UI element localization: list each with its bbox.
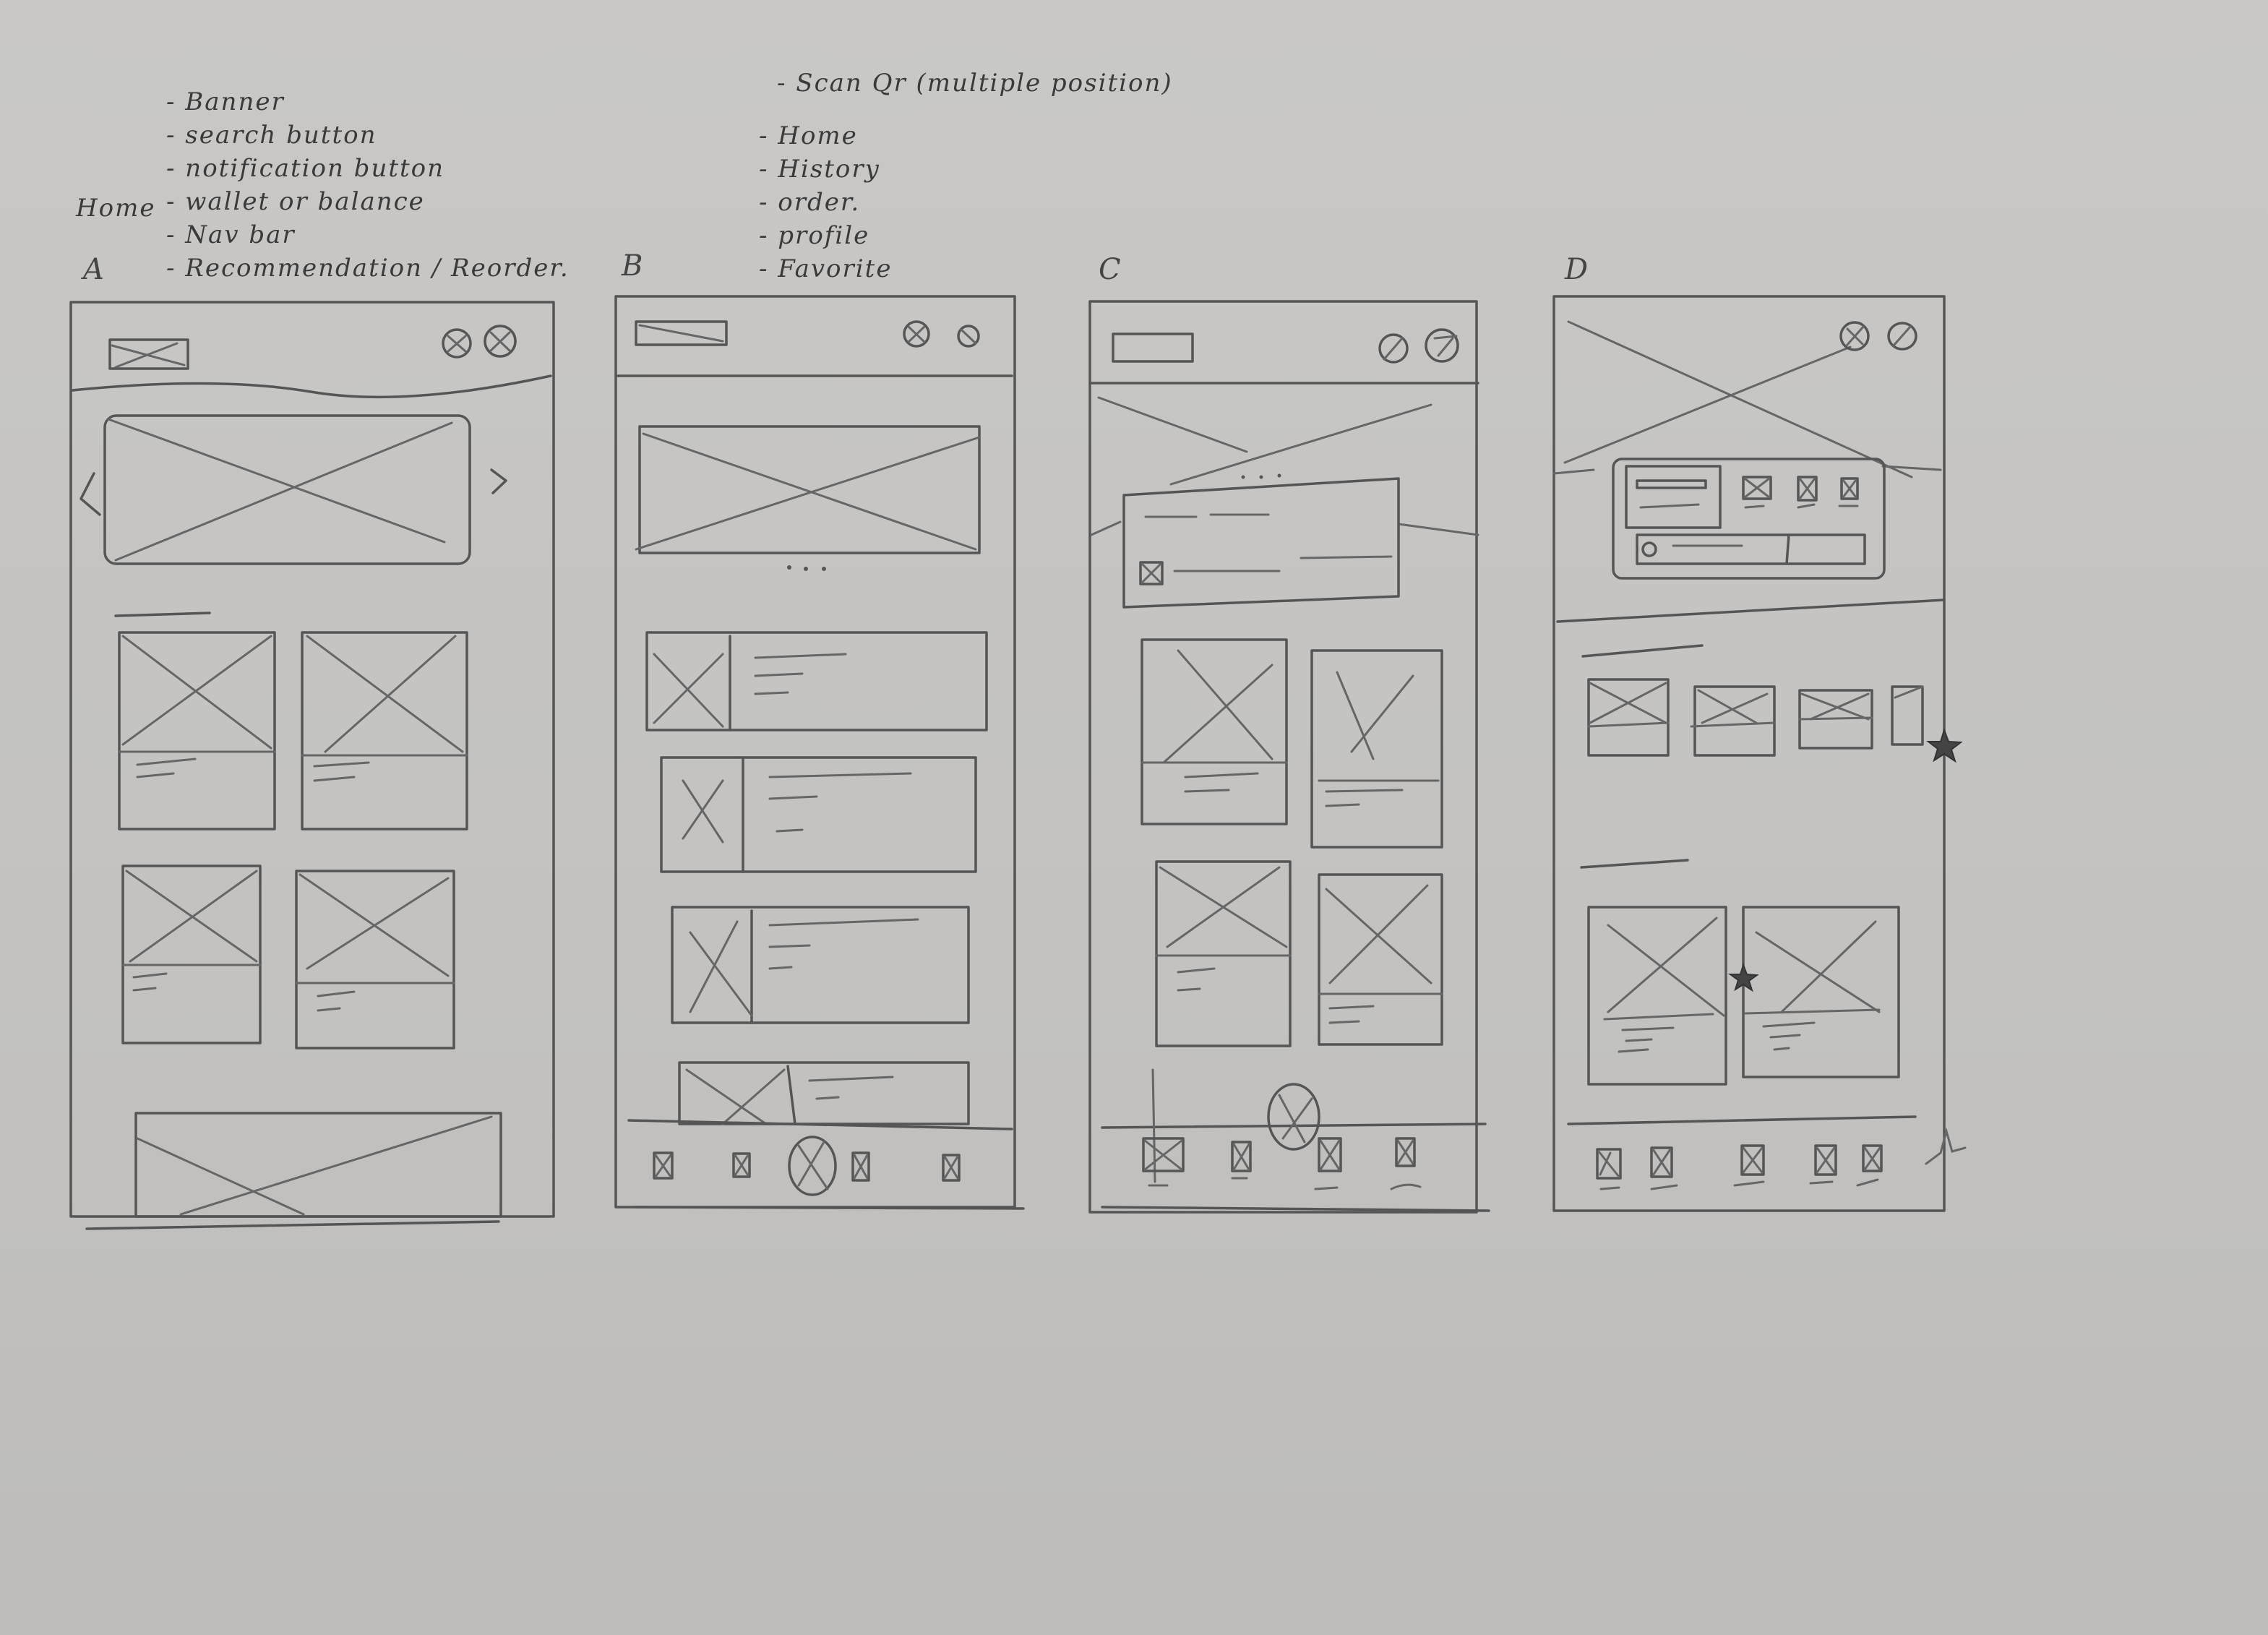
carousel-prev-icon[interactable] bbox=[80, 472, 101, 516]
nav-order-icon[interactable] bbox=[851, 1151, 870, 1182]
search-icon[interactable] bbox=[442, 328, 472, 359]
product-card[interactable] bbox=[1742, 906, 1900, 1078]
section-title-a bbox=[114, 611, 211, 617]
points-bar[interactable] bbox=[1636, 533, 1866, 565]
logo-placeholder-c bbox=[1112, 332, 1194, 363]
nav-profile-icon[interactable] bbox=[942, 1154, 961, 1182]
annotation-star-sketch-icon bbox=[1925, 1127, 1967, 1165]
guide-line bbox=[1151, 1068, 1156, 1183]
banner-carousel-a[interactable] bbox=[80, 414, 507, 565]
product-grid-a bbox=[118, 631, 468, 1050]
nav-order-icon[interactable] bbox=[1314, 1137, 1342, 1190]
phone-frame-a bbox=[69, 301, 555, 1218]
logo-placeholder-b bbox=[635, 320, 728, 346]
product-grid-c bbox=[1141, 638, 1443, 1047]
bottom-banner-a[interactable] bbox=[134, 1112, 502, 1218]
bottom-nav-b bbox=[653, 1136, 961, 1196]
product-card[interactable] bbox=[121, 864, 262, 1044]
search-icon[interactable] bbox=[1378, 333, 1409, 364]
wallet-card-c[interactable] bbox=[1122, 473, 1400, 609]
list-item[interactable] bbox=[678, 1061, 970, 1125]
product-card[interactable] bbox=[295, 870, 455, 1050]
balance-panel bbox=[1625, 465, 1722, 529]
hero-banner-d[interactable] bbox=[1552, 320, 1942, 479]
nav-home-icon[interactable] bbox=[1142, 1137, 1185, 1187]
list-item[interactable] bbox=[671, 906, 970, 1024]
phone-frame-b bbox=[614, 295, 1016, 1209]
carousel-dot[interactable] bbox=[1241, 475, 1245, 479]
bottom-nav-d bbox=[1596, 1127, 1967, 1190]
nav-home-icon[interactable] bbox=[1596, 1148, 1622, 1190]
search-icon[interactable] bbox=[903, 320, 930, 348]
bottom-nav-c bbox=[1142, 1083, 1422, 1190]
carousel-dot[interactable] bbox=[822, 567, 826, 571]
user-avatar-icon bbox=[1641, 541, 1657, 557]
sketch-a bbox=[69, 301, 555, 1230]
product-card[interactable] bbox=[1310, 649, 1443, 849]
section-divider-d bbox=[1556, 598, 1946, 623]
recommendation-grid-d bbox=[1587, 906, 1900, 1086]
notification-icon[interactable] bbox=[484, 325, 517, 358]
wireframe-sketches bbox=[69, 295, 1967, 1230]
phone-frame-c bbox=[1088, 300, 1478, 1214]
product-card[interactable] bbox=[1141, 638, 1288, 825]
sketch-b bbox=[614, 295, 1025, 1210]
frame-bottom-b bbox=[635, 1206, 1025, 1210]
nav-history-icon[interactable] bbox=[1650, 1146, 1678, 1190]
product-card[interactable] bbox=[1155, 860, 1292, 1047]
scan-qr-button[interactable] bbox=[788, 1136, 837, 1196]
carousel-dot[interactable] bbox=[787, 565, 791, 570]
nav-profile-icon[interactable] bbox=[1809, 1144, 1837, 1185]
sketch-c bbox=[1088, 300, 1490, 1214]
nav-home-icon[interactable] bbox=[653, 1151, 674, 1180]
product-card[interactable] bbox=[1587, 906, 1727, 1086]
nav-favorite-icon[interactable] bbox=[1856, 1144, 1883, 1187]
page-fold-a bbox=[85, 1220, 500, 1230]
nav-history-icon[interactable] bbox=[1231, 1141, 1252, 1180]
shortcut-transfer-icon[interactable] bbox=[1797, 476, 1818, 509]
nav-profile-icon[interactable] bbox=[1390, 1137, 1422, 1190]
hero-banner-c[interactable] bbox=[1090, 396, 1479, 536]
product-card[interactable] bbox=[301, 631, 468, 831]
header-b bbox=[617, 320, 1013, 377]
wallet-icon bbox=[1139, 561, 1164, 585]
shortcut-topup-icon[interactable] bbox=[1742, 476, 1772, 509]
search-icon[interactable] bbox=[1839, 321, 1870, 351]
list-item[interactable] bbox=[645, 631, 988, 731]
favorite-item[interactable] bbox=[1798, 689, 1873, 750]
carousel-dot[interactable] bbox=[1259, 475, 1263, 479]
sketch-d bbox=[1552, 295, 1967, 1212]
logo-placeholder-a bbox=[108, 338, 189, 370]
notification-icon[interactable] bbox=[1887, 322, 1917, 351]
notification-icon[interactable] bbox=[1425, 328, 1459, 363]
nav-divider-d bbox=[1567, 1115, 1917, 1125]
shortcut-more-icon[interactable] bbox=[1838, 477, 1859, 507]
favorite-item[interactable] bbox=[1587, 678, 1670, 757]
section-title-favorites bbox=[1581, 644, 1704, 658]
nav-history-icon[interactable] bbox=[732, 1152, 751, 1178]
product-card[interactable] bbox=[1318, 873, 1443, 1046]
frame-bottom-c bbox=[1101, 1206, 1490, 1212]
banner-carousel-b[interactable] bbox=[635, 425, 981, 571]
header-c bbox=[1090, 328, 1479, 385]
favorite-item-partial[interactable] bbox=[1891, 685, 1924, 746]
notification-icon[interactable] bbox=[957, 325, 980, 348]
wallet-card-d[interactable] bbox=[1612, 458, 1886, 580]
section-title-recommendation bbox=[1580, 859, 1689, 869]
phone-frame-d bbox=[1552, 295, 1946, 1212]
scan-qr-button[interactable] bbox=[1267, 1083, 1320, 1151]
product-card[interactable] bbox=[118, 631, 276, 831]
carousel-next-icon[interactable] bbox=[490, 468, 507, 494]
carousel-dot[interactable] bbox=[1277, 473, 1281, 478]
list-item[interactable] bbox=[660, 756, 977, 873]
header-divider-a bbox=[71, 374, 552, 399]
favorite-item[interactable] bbox=[1690, 685, 1776, 757]
favorites-row bbox=[1587, 678, 1963, 763]
nav-order-icon[interactable] bbox=[1733, 1144, 1765, 1187]
carousel-dot[interactable] bbox=[804, 567, 808, 571]
list-b bbox=[645, 631, 988, 1125]
header-a bbox=[71, 325, 552, 399]
